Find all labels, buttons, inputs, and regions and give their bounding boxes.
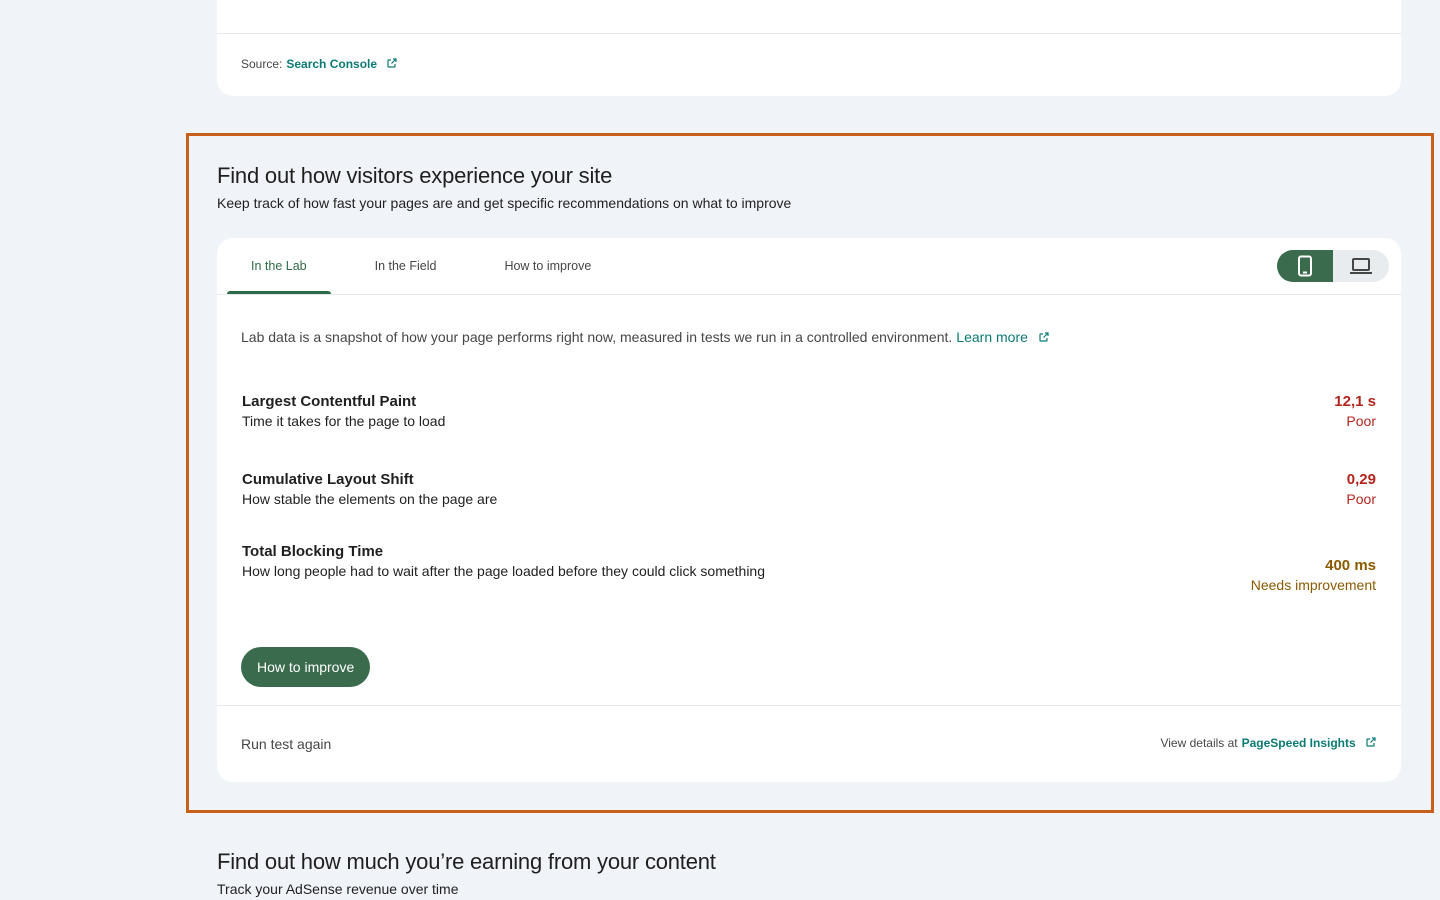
learn-more-link[interactable]: Learn more [956, 329, 1049, 345]
tab-in-the-lab[interactable]: In the Lab [227, 238, 331, 294]
pagespeed-insights-label: PageSpeed Insights [1241, 736, 1356, 750]
tab-bar: In the Lab In the Field How to improve [227, 238, 615, 294]
view-details-label: View details at [1160, 736, 1238, 750]
search-console-link[interactable]: Search Console [286, 57, 398, 71]
search-console-card: Source: Search Console [217, 0, 1401, 96]
external-link-icon [1365, 736, 1377, 748]
search-console-link-label: Search Console [286, 57, 378, 71]
metric-rating: Poor [1346, 491, 1376, 507]
external-link-icon [1038, 331, 1050, 343]
learn-more-label: Learn more [956, 329, 1028, 345]
device-toggle [1277, 250, 1389, 282]
how-to-improve-button[interactable]: How to improve [241, 647, 371, 687]
laptop-icon [1349, 257, 1373, 275]
tab-how-to-improve[interactable]: How to improve [480, 238, 615, 294]
lab-description: Lab data is a snapshot of how your page … [241, 329, 1050, 345]
metric-value-block: 0,29 Poor [1346, 471, 1376, 507]
metric-value-block: 400 ms Needs improvement [1251, 557, 1376, 593]
metric-rating: Needs improvement [1250, 577, 1376, 593]
tabs-divider [217, 294, 1401, 295]
metric-value: 12,1 s [1334, 393, 1376, 410]
lab-description-text: Lab data is a snapshot of how your page … [241, 329, 953, 345]
experience-subtitle: Keep track of how fast your pages are an… [217, 195, 792, 211]
footer-divider [217, 705, 1401, 706]
metric-name: Cumulative Layout Shift [242, 471, 414, 488]
source-label: Source: [241, 57, 283, 71]
metric-name: Largest Contentful Paint [242, 393, 417, 410]
metric-value-block: 12,1 s Poor [1334, 393, 1376, 429]
metric-row-cls: Cumulative Layout Shift How stable the e… [242, 471, 1376, 507]
mobile-toggle-button[interactable] [1277, 250, 1333, 282]
earnings-title: Find out how much you’re earning from yo… [217, 849, 716, 874]
external-link-icon [386, 57, 398, 69]
card-divider [217, 33, 1401, 34]
tab-label: How to improve [504, 259, 592, 273]
metric-row-tbt: Total Blocking Time How long people had … [242, 543, 1376, 593]
desktop-toggle-button[interactable] [1333, 250, 1389, 282]
earnings-subtitle: Track your AdSense revenue over time [217, 881, 459, 897]
tab-in-the-field[interactable]: In the Field [351, 238, 461, 294]
pagespeed-insights-link[interactable]: PageSpeed Insights [1242, 736, 1377, 750]
run-test-again-link[interactable]: Run test again [241, 736, 331, 752]
metric-description: Time it takes for the page to load [242, 413, 446, 429]
tab-label: In the Lab [251, 259, 307, 273]
metric-rating: Poor [1346, 413, 1376, 429]
metric-name: Total Blocking Time [242, 543, 384, 560]
core-web-vitals-card: In the Lab In the Field How to improve L… [217, 238, 1401, 782]
metric-description: How long people had to wait after the pa… [242, 563, 766, 579]
metric-description: How stable the elements on the page are [242, 491, 498, 507]
tab-label: In the Field [374, 259, 437, 273]
mobile-icon [1297, 255, 1313, 277]
metric-value: 400 ms [1325, 557, 1376, 574]
metric-value: 0,29 [1346, 471, 1376, 488]
experience-title: Find out how visitors experience your si… [217, 163, 613, 188]
source-row: Source: Search Console [241, 57, 398, 71]
metric-row-lcp: Largest Contentful Paint Time it takes f… [242, 393, 1376, 429]
view-details: View details at PageSpeed Insights [1160, 736, 1377, 750]
